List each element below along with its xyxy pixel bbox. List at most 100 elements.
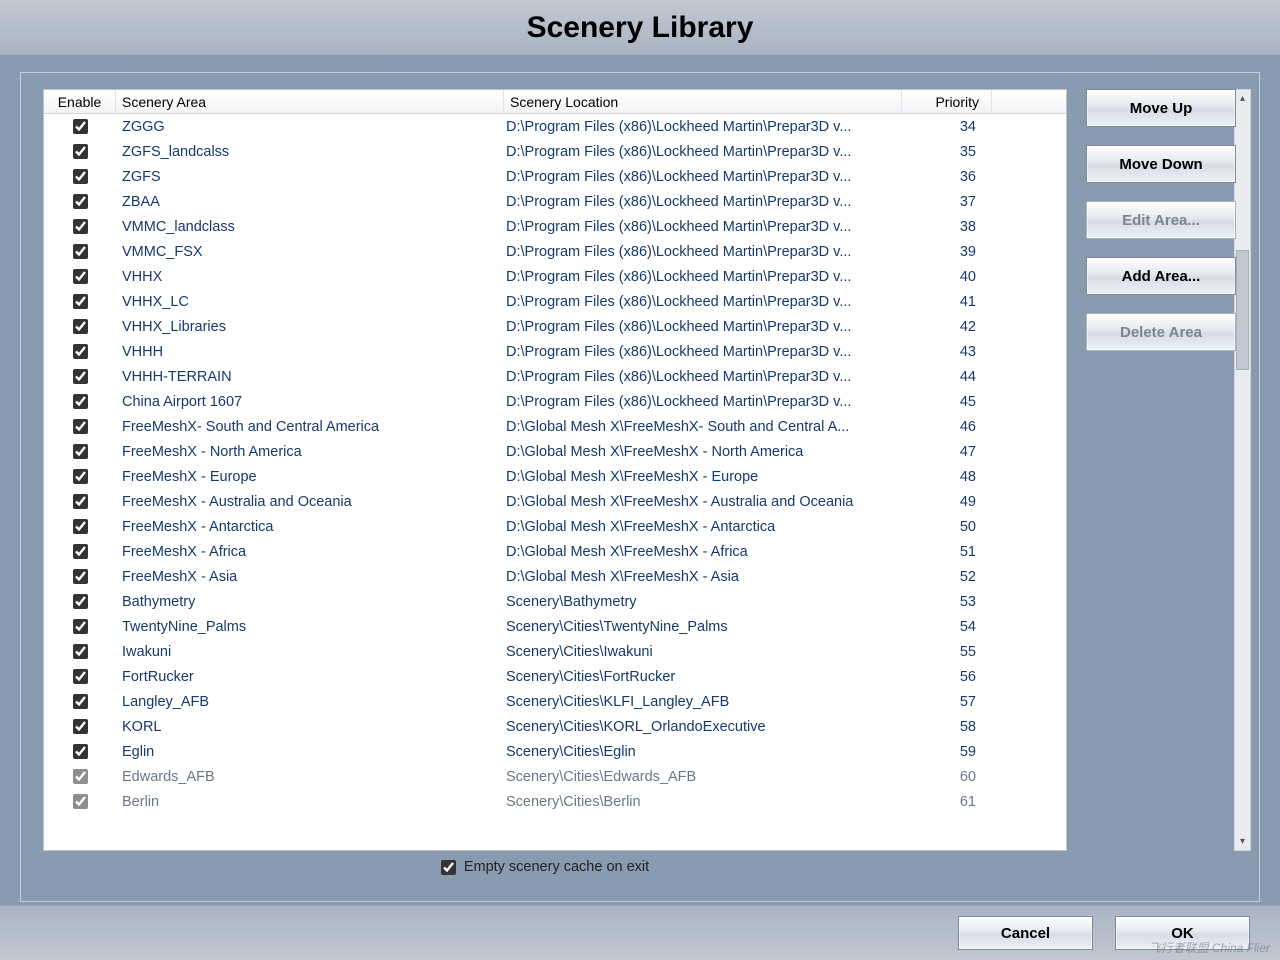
cancel-button[interactable]: Cancel (958, 916, 1093, 950)
table-row[interactable]: FortRuckerScenery\Cities\FortRucker56 (44, 664, 1066, 689)
col-location[interactable]: Scenery Location (504, 90, 902, 113)
enable-checkbox[interactable] (73, 419, 88, 434)
enable-checkbox[interactable] (73, 119, 88, 134)
cell-area: ZBAA (116, 194, 504, 210)
cell-area: VMMC_FSX (116, 244, 504, 260)
enable-checkbox[interactable] (73, 494, 88, 509)
cell-priority: 60 (902, 769, 992, 785)
col-enable[interactable]: Enable (44, 90, 116, 113)
bottom-bar: Cancel OK 飞行者联盟 China Flier (0, 905, 1280, 960)
table-row[interactable]: China Airport 1607D:\Program Files (x86)… (44, 389, 1066, 414)
table-row[interactable]: VHHX_LCD:\Program Files (x86)\Lockheed M… (44, 289, 1066, 314)
enable-checkbox[interactable] (73, 569, 88, 584)
enable-checkbox[interactable] (73, 594, 88, 609)
enable-checkbox[interactable] (73, 244, 88, 259)
cell-location: D:\Program Files (x86)\Lockheed Martin\P… (504, 394, 902, 410)
enable-checkbox[interactable] (73, 294, 88, 309)
table-row[interactable]: Langley_AFBScenery\Cities\KLFI_Langley_A… (44, 689, 1066, 714)
cell-priority: 49 (902, 494, 992, 510)
cell-location: D:\Global Mesh X\FreeMeshX - Asia (504, 569, 902, 585)
enable-checkbox[interactable] (73, 669, 88, 684)
enable-checkbox[interactable] (73, 794, 88, 809)
cell-area: Langley_AFB (116, 694, 504, 710)
enable-checkbox[interactable] (73, 169, 88, 184)
table-row[interactable]: VMMC_landclassD:\Program Files (x86)\Loc… (44, 214, 1066, 239)
table-row[interactable]: BerlinScenery\Cities\Berlin61 (44, 789, 1066, 814)
table-row[interactable]: KORLScenery\Cities\KORL_OrlandoExecutive… (44, 714, 1066, 739)
enable-checkbox[interactable] (73, 744, 88, 759)
table-row[interactable]: EglinScenery\Cities\Eglin59 (44, 739, 1066, 764)
add-area-button[interactable]: Add Area... (1086, 257, 1236, 295)
table-row[interactable]: ZGFSD:\Program Files (x86)\Lockheed Mart… (44, 164, 1066, 189)
cell-priority: 41 (902, 294, 992, 310)
cell-priority: 35 (902, 144, 992, 160)
enable-checkbox[interactable] (73, 519, 88, 534)
col-area[interactable]: Scenery Area (116, 90, 504, 113)
enable-checkbox[interactable] (73, 344, 88, 359)
cell-priority: 46 (902, 419, 992, 435)
table-row[interactable]: IwakuniScenery\Cities\Iwakuni55 (44, 639, 1066, 664)
cell-location: Scenery\Cities\Iwakuni (504, 644, 902, 660)
scroll-down-icon[interactable]: ▾ (1235, 833, 1250, 850)
enable-checkbox[interactable] (73, 444, 88, 459)
main-panel: Enable Scenery Area Scenery Location Pri… (20, 72, 1260, 902)
table-row[interactable]: VHHH-TERRAIND:\Program Files (x86)\Lockh… (44, 364, 1066, 389)
table-row[interactable]: FreeMeshX - AsiaD:\Global Mesh X\FreeMes… (44, 564, 1066, 589)
table-row[interactable]: ZGGGD:\Program Files (x86)\Lockheed Mart… (44, 114, 1066, 139)
empty-cache-label[interactable]: Empty scenery cache on exit (464, 859, 649, 875)
cell-location: D:\Program Files (x86)\Lockheed Martin\P… (504, 194, 902, 210)
table-row[interactable]: BathymetryScenery\Bathymetry53 (44, 589, 1066, 614)
enable-checkbox[interactable] (73, 619, 88, 634)
table-row[interactable]: ZGFS_landcalssD:\Program Files (x86)\Loc… (44, 139, 1066, 164)
enable-checkbox[interactable] (73, 269, 88, 284)
col-priority[interactable]: Priority (902, 90, 992, 113)
table-row[interactable]: FreeMeshX - Australia and OceaniaD:\Glob… (44, 489, 1066, 514)
cell-location: D:\Program Files (x86)\Lockheed Martin\P… (504, 369, 902, 385)
table-row[interactable]: VMMC_FSXD:\Program Files (x86)\Lockheed … (44, 239, 1066, 264)
enable-checkbox[interactable] (73, 644, 88, 659)
table-row[interactable]: Edwards_AFBScenery\Cities\Edwards_AFB60 (44, 764, 1066, 789)
cell-location: Scenery\Bathymetry (504, 594, 902, 610)
cell-priority: 42 (902, 319, 992, 335)
table-row[interactable]: VHHX_LibrariesD:\Program Files (x86)\Loc… (44, 314, 1066, 339)
table-row[interactable]: FreeMeshX - North AmericaD:\Global Mesh … (44, 439, 1066, 464)
cell-area: FortRucker (116, 669, 504, 685)
table-row[interactable]: VHHXD:\Program Files (x86)\Lockheed Mart… (44, 264, 1066, 289)
cell-location: D:\Program Files (x86)\Lockheed Martin\P… (504, 344, 902, 360)
cell-location: Scenery\Cities\Berlin (504, 794, 902, 810)
enable-checkbox[interactable] (73, 694, 88, 709)
cell-location: D:\Program Files (x86)\Lockheed Martin\P… (504, 169, 902, 185)
cell-priority: 57 (902, 694, 992, 710)
enable-checkbox[interactable] (73, 469, 88, 484)
cell-area: FreeMeshX - Australia and Oceania (116, 494, 504, 510)
cell-location: D:\Global Mesh X\FreeMeshX - Australia a… (504, 494, 902, 510)
enable-checkbox[interactable] (73, 369, 88, 384)
cell-priority: 48 (902, 469, 992, 485)
table-row[interactable]: FreeMeshX - AntarcticaD:\Global Mesh X\F… (44, 514, 1066, 539)
empty-cache-checkbox[interactable] (441, 860, 456, 875)
title-bar: Scenery Library (0, 0, 1280, 55)
table-row[interactable]: FreeMeshX - EuropeD:\Global Mesh X\FreeM… (44, 464, 1066, 489)
table-row[interactable]: FreeMeshX- South and Central AmericaD:\G… (44, 414, 1066, 439)
cell-area: VHHH-TERRAIN (116, 369, 504, 385)
cell-location: D:\Program Files (x86)\Lockheed Martin\P… (504, 319, 902, 335)
table-row[interactable]: TwentyNine_PalmsScenery\Cities\TwentyNin… (44, 614, 1066, 639)
move-down-button[interactable]: Move Down (1086, 145, 1236, 183)
enable-checkbox[interactable] (73, 394, 88, 409)
enable-checkbox[interactable] (73, 319, 88, 334)
cell-area: ZGFS_landcalss (116, 144, 504, 160)
enable-checkbox[interactable] (73, 769, 88, 784)
enable-checkbox[interactable] (73, 719, 88, 734)
table-header: Enable Scenery Area Scenery Location Pri… (44, 90, 1066, 114)
enable-checkbox[interactable] (73, 144, 88, 159)
enable-checkbox[interactable] (73, 544, 88, 559)
table-row[interactable]: FreeMeshX - AfricaD:\Global Mesh X\FreeM… (44, 539, 1066, 564)
cell-priority: 54 (902, 619, 992, 635)
table-row[interactable]: VHHHD:\Program Files (x86)\Lockheed Mart… (44, 339, 1066, 364)
cell-priority: 58 (902, 719, 992, 735)
scenery-table: Enable Scenery Area Scenery Location Pri… (43, 89, 1067, 851)
move-up-button[interactable]: Move Up (1086, 89, 1236, 127)
enable-checkbox[interactable] (73, 219, 88, 234)
enable-checkbox[interactable] (73, 194, 88, 209)
table-row[interactable]: ZBAAD:\Program Files (x86)\Lockheed Mart… (44, 189, 1066, 214)
